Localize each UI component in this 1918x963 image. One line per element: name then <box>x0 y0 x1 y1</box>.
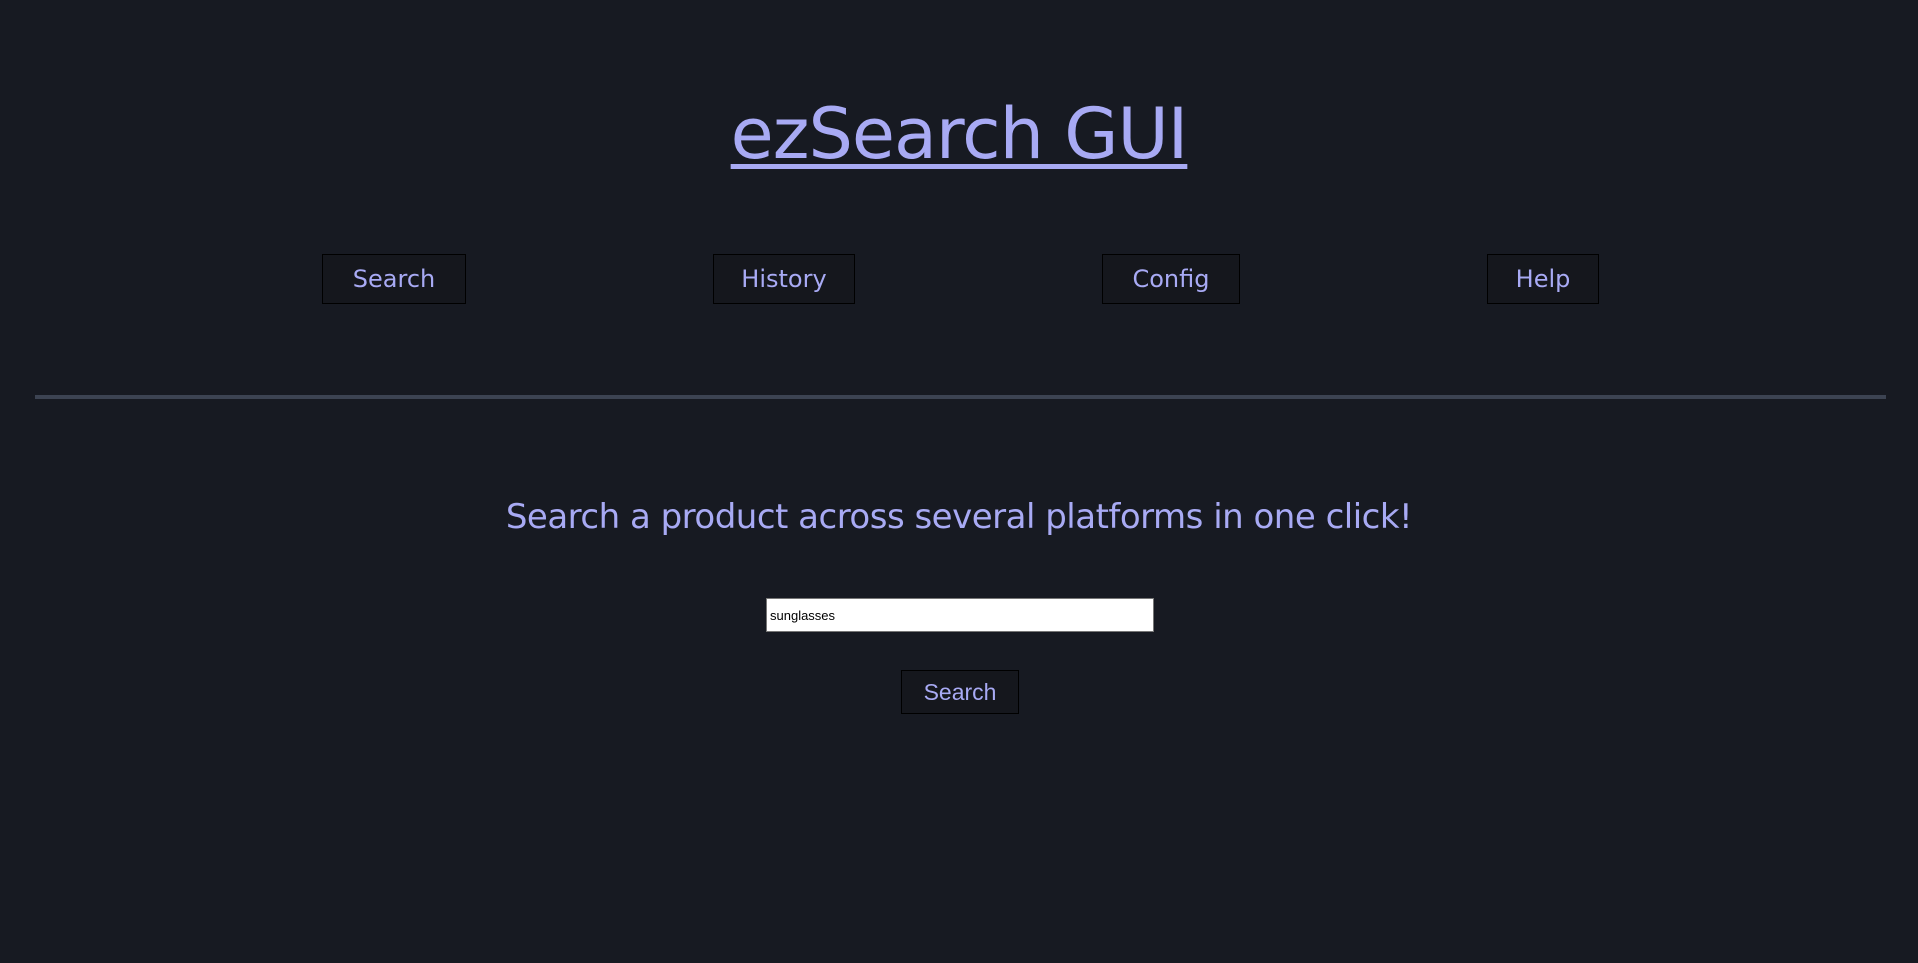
search-submit-button[interactable]: Search <box>901 670 1019 714</box>
page: ezSearch GUI Search History Config Help … <box>0 0 1918 963</box>
section-divider <box>35 395 1886 399</box>
page-title: ezSearch GUI <box>730 93 1189 175</box>
nav-search-button[interactable]: Search <box>322 254 466 304</box>
nav-history-button[interactable]: History <box>713 254 855 304</box>
nav-config-button[interactable]: Config <box>1102 254 1240 304</box>
search-input[interactable] <box>766 598 1154 632</box>
nav-help-button[interactable]: Help <box>1487 254 1599 304</box>
tagline: Search a product across several platform… <box>505 497 1413 537</box>
